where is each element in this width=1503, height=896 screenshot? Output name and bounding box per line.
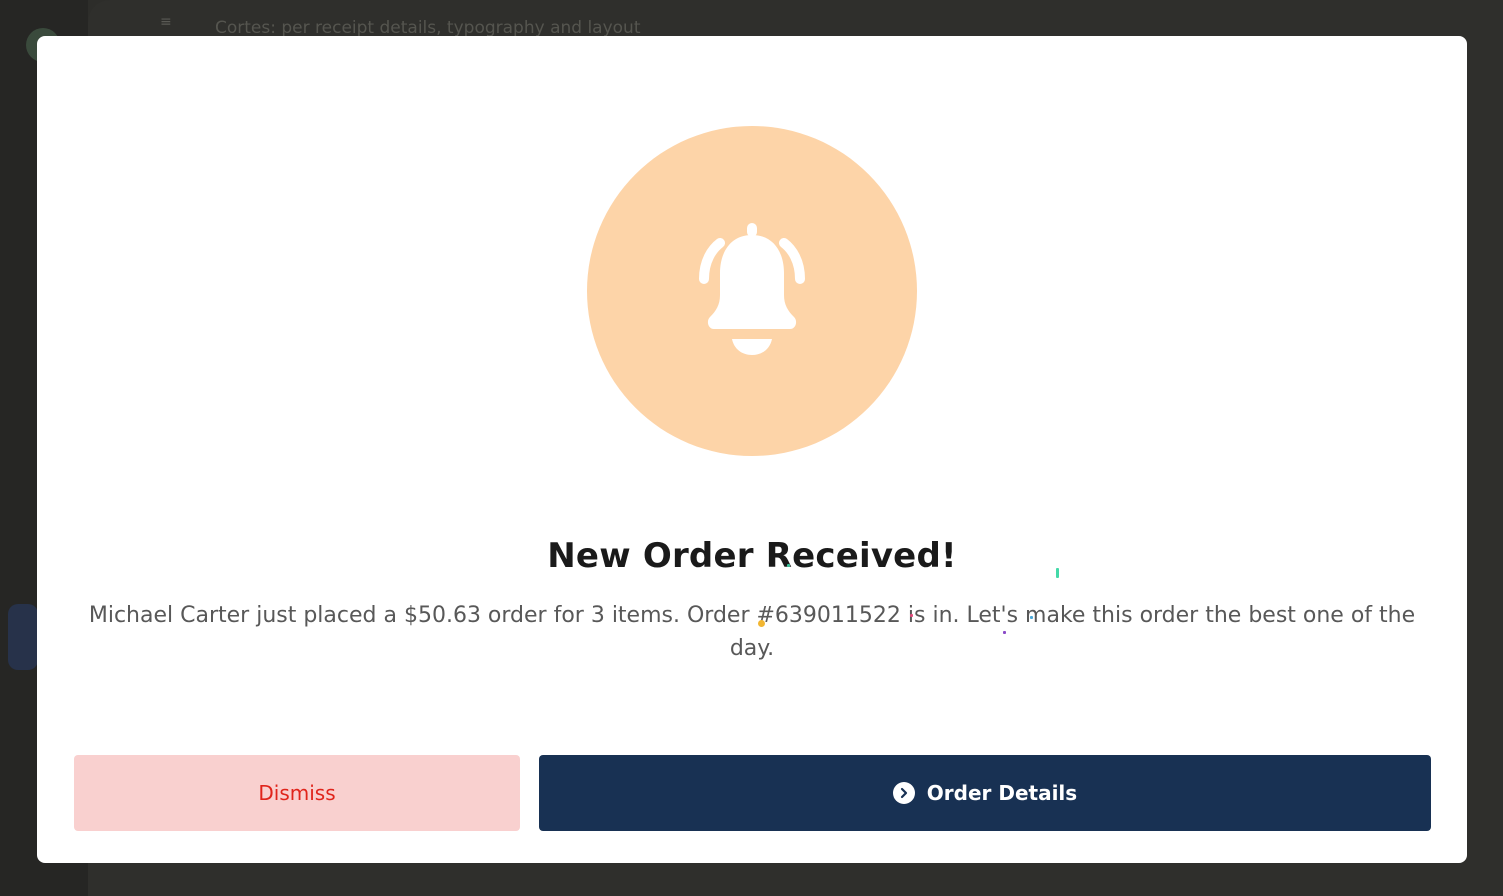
confetti-piece [910,614,913,617]
confetti-piece [1030,616,1033,619]
order-details-label: Order Details [926,781,1078,805]
confetti-piece [1056,568,1059,578]
dismiss-button[interactable]: Dismiss [74,755,520,831]
confetti-piece [758,620,765,627]
bell-icon [699,223,805,355]
order-details-button[interactable]: Order Details [539,755,1431,831]
menu-icon: ≡ [160,14,172,30]
modal-title: New Order Received! [547,536,957,576]
background-page-title: Cortes: per receipt details, typography … [215,18,641,38]
confetti-piece [1003,631,1006,634]
chevron-right-circle-icon [892,782,915,804]
modal-message: Michael Carter just placed a $50.63 orde… [88,603,1416,661]
notification-icon-badge [587,126,917,456]
new-order-modal: New Order Received! Michael Carter just … [37,36,1467,863]
sidebar-active-item [8,604,38,670]
confetti-piece [787,564,790,567]
